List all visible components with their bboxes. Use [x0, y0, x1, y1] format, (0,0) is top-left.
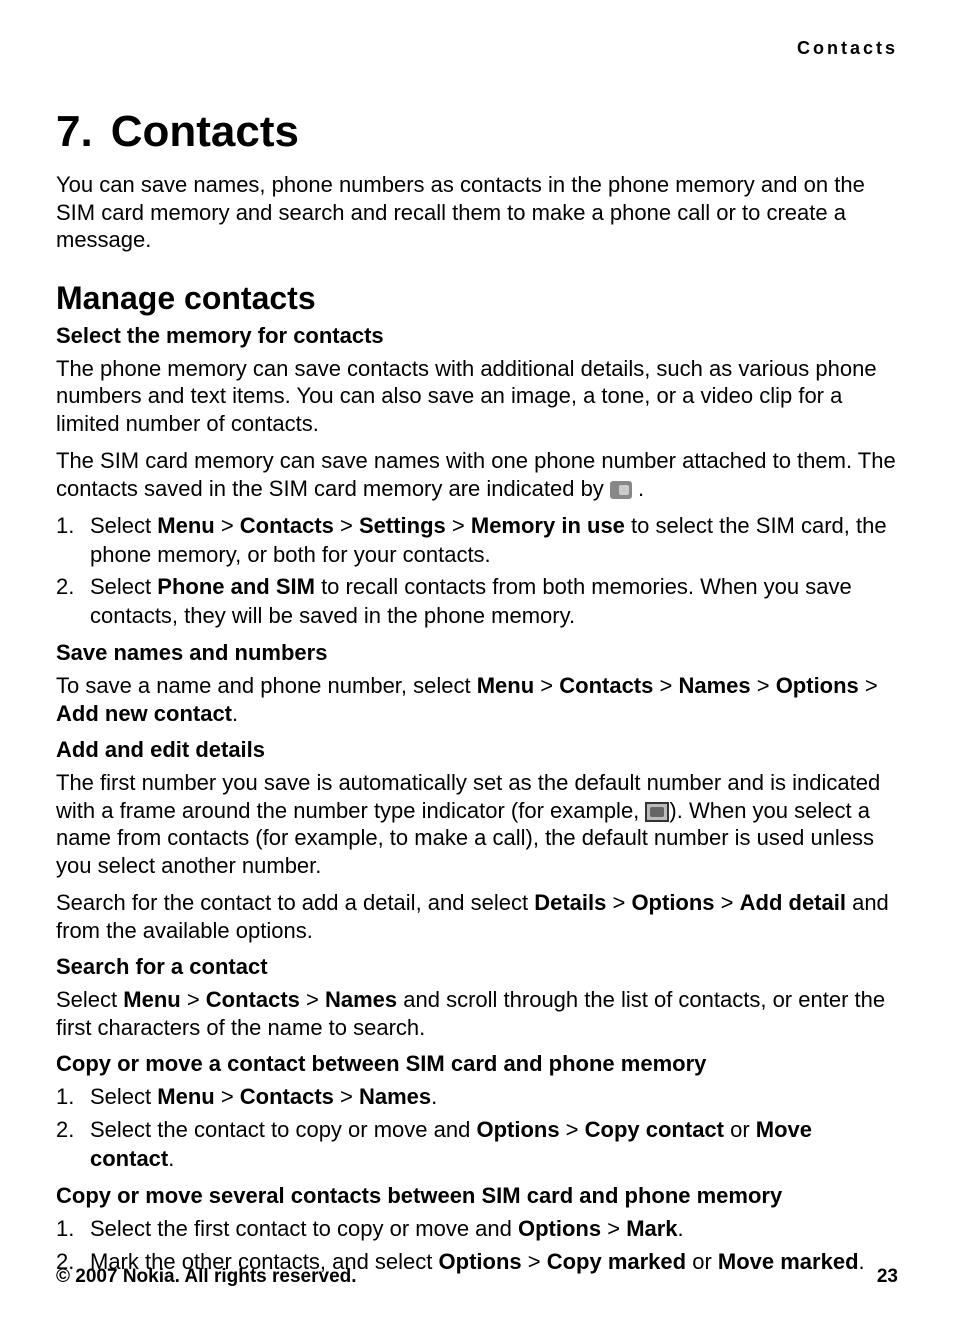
paragraph: To save a name and phone number, select …	[56, 672, 898, 727]
text-fragment: .	[168, 1146, 174, 1171]
list-item: Select the contact to copy or move and O…	[56, 1116, 898, 1173]
menu-path-item: Add detail	[740, 890, 846, 915]
menu-path-item: Menu	[477, 673, 534, 698]
text-fragment: To save a name and phone number, select	[56, 673, 477, 698]
chapter-title: 7. Contacts	[56, 107, 898, 157]
subsection-copy-move-several: Copy or move several contacts between SI…	[56, 1183, 898, 1209]
page-number: 23	[877, 1266, 898, 1288]
menu-path-item: Phone and SIM	[157, 574, 315, 599]
text-fragment: >	[606, 890, 631, 915]
text-fragment: >	[215, 1084, 240, 1109]
list-item: Select Menu > Contacts > Settings > Memo…	[56, 512, 898, 569]
chapter-number: 7.	[56, 107, 93, 157]
section-title: Manage contacts	[56, 280, 898, 317]
menu-path-item: Names	[359, 1084, 431, 1109]
menu-path-item: Options	[476, 1117, 559, 1142]
text-fragment: Select	[56, 987, 123, 1012]
paragraph: The first number you save is automatical…	[56, 769, 898, 879]
paragraph: Select Menu > Contacts > Names and scrol…	[56, 986, 898, 1041]
text-fragment: .	[431, 1084, 437, 1109]
menu-path-item: Memory in use	[471, 513, 625, 538]
paragraph: The phone memory can save contacts with …	[56, 355, 898, 438]
text-fragment: >	[534, 673, 559, 698]
menu-path-item: Options	[518, 1216, 601, 1241]
text-fragment: Select	[90, 1084, 157, 1109]
text-fragment: Select	[90, 513, 157, 538]
paragraph: Search for the contact to add a detail, …	[56, 889, 898, 944]
chapter-title-text: Contacts	[111, 107, 299, 156]
menu-path-item: Copy contact	[585, 1117, 724, 1142]
text-fragment: .	[678, 1216, 684, 1241]
list-item: Select Menu > Contacts > Names.	[56, 1083, 898, 1112]
text-fragment: >	[751, 673, 776, 698]
subsection-save-names: Save names and numbers	[56, 640, 898, 666]
copyright-text: © 2007 Nokia. All rights reserved.	[56, 1266, 357, 1288]
text-fragment: Search for the contact to add a detail, …	[56, 890, 534, 915]
menu-path-item: Names	[678, 673, 750, 698]
text-fragment: >	[181, 987, 206, 1012]
text-fragment: >	[653, 673, 678, 698]
menu-path-item: Names	[325, 987, 397, 1012]
menu-path-item: Contacts	[559, 673, 653, 698]
menu-path-item: Contacts	[240, 1084, 334, 1109]
menu-path-item: Contacts	[240, 513, 334, 538]
text-fragment: or	[724, 1117, 756, 1142]
text-fragment: >	[715, 890, 740, 915]
subsection-select-memory: Select the memory for contacts	[56, 323, 898, 349]
subsection-copy-move-one: Copy or move a contact between SIM card …	[56, 1051, 898, 1077]
subsection-search: Search for a contact	[56, 954, 898, 980]
text-fragment: .	[632, 476, 644, 501]
sim-card-icon	[610, 481, 632, 499]
number-type-frame-icon	[645, 802, 669, 822]
list-item: Select Phone and SIM to recall contacts …	[56, 573, 898, 630]
menu-path-item: Options	[631, 890, 714, 915]
menu-path-item: Contacts	[206, 987, 300, 1012]
text-fragment: >	[560, 1117, 585, 1142]
text-fragment: Select the first contact to copy or move…	[90, 1216, 518, 1241]
text-fragment: .	[232, 701, 238, 726]
ordered-list: Select Menu > Contacts > Names. Select t…	[56, 1083, 898, 1173]
subsection-add-edit: Add and edit details	[56, 737, 898, 763]
text-fragment: >	[446, 513, 471, 538]
text-fragment: Select the contact to copy or move and	[90, 1117, 476, 1142]
page-footer: © 2007 Nokia. All rights reserved. 23	[56, 1266, 898, 1288]
text-fragment: >	[334, 1084, 359, 1109]
text-fragment: The SIM card memory can save names with …	[56, 448, 896, 501]
ordered-list: Select Menu > Contacts > Settings > Memo…	[56, 512, 898, 630]
menu-path-item: Settings	[359, 513, 446, 538]
menu-path-item: Menu	[157, 1084, 214, 1109]
menu-path-item: Menu	[157, 513, 214, 538]
page-header-label: Contacts	[56, 38, 898, 59]
text-fragment: >	[215, 513, 240, 538]
text-fragment: Select	[90, 574, 157, 599]
menu-path-item: Details	[534, 890, 606, 915]
menu-path-item: Menu	[123, 987, 180, 1012]
text-fragment: >	[859, 673, 878, 698]
menu-path-item: Add new contact	[56, 701, 232, 726]
text-fragment: >	[300, 987, 325, 1012]
text-fragment: >	[601, 1216, 626, 1241]
menu-path-item: Mark	[626, 1216, 677, 1241]
chapter-intro: You can save names, phone numbers as con…	[56, 171, 898, 254]
menu-path-item: Options	[776, 673, 859, 698]
list-item: Select the first contact to copy or move…	[56, 1215, 898, 1244]
paragraph: The SIM card memory can save names with …	[56, 447, 898, 502]
text-fragment: >	[334, 513, 359, 538]
